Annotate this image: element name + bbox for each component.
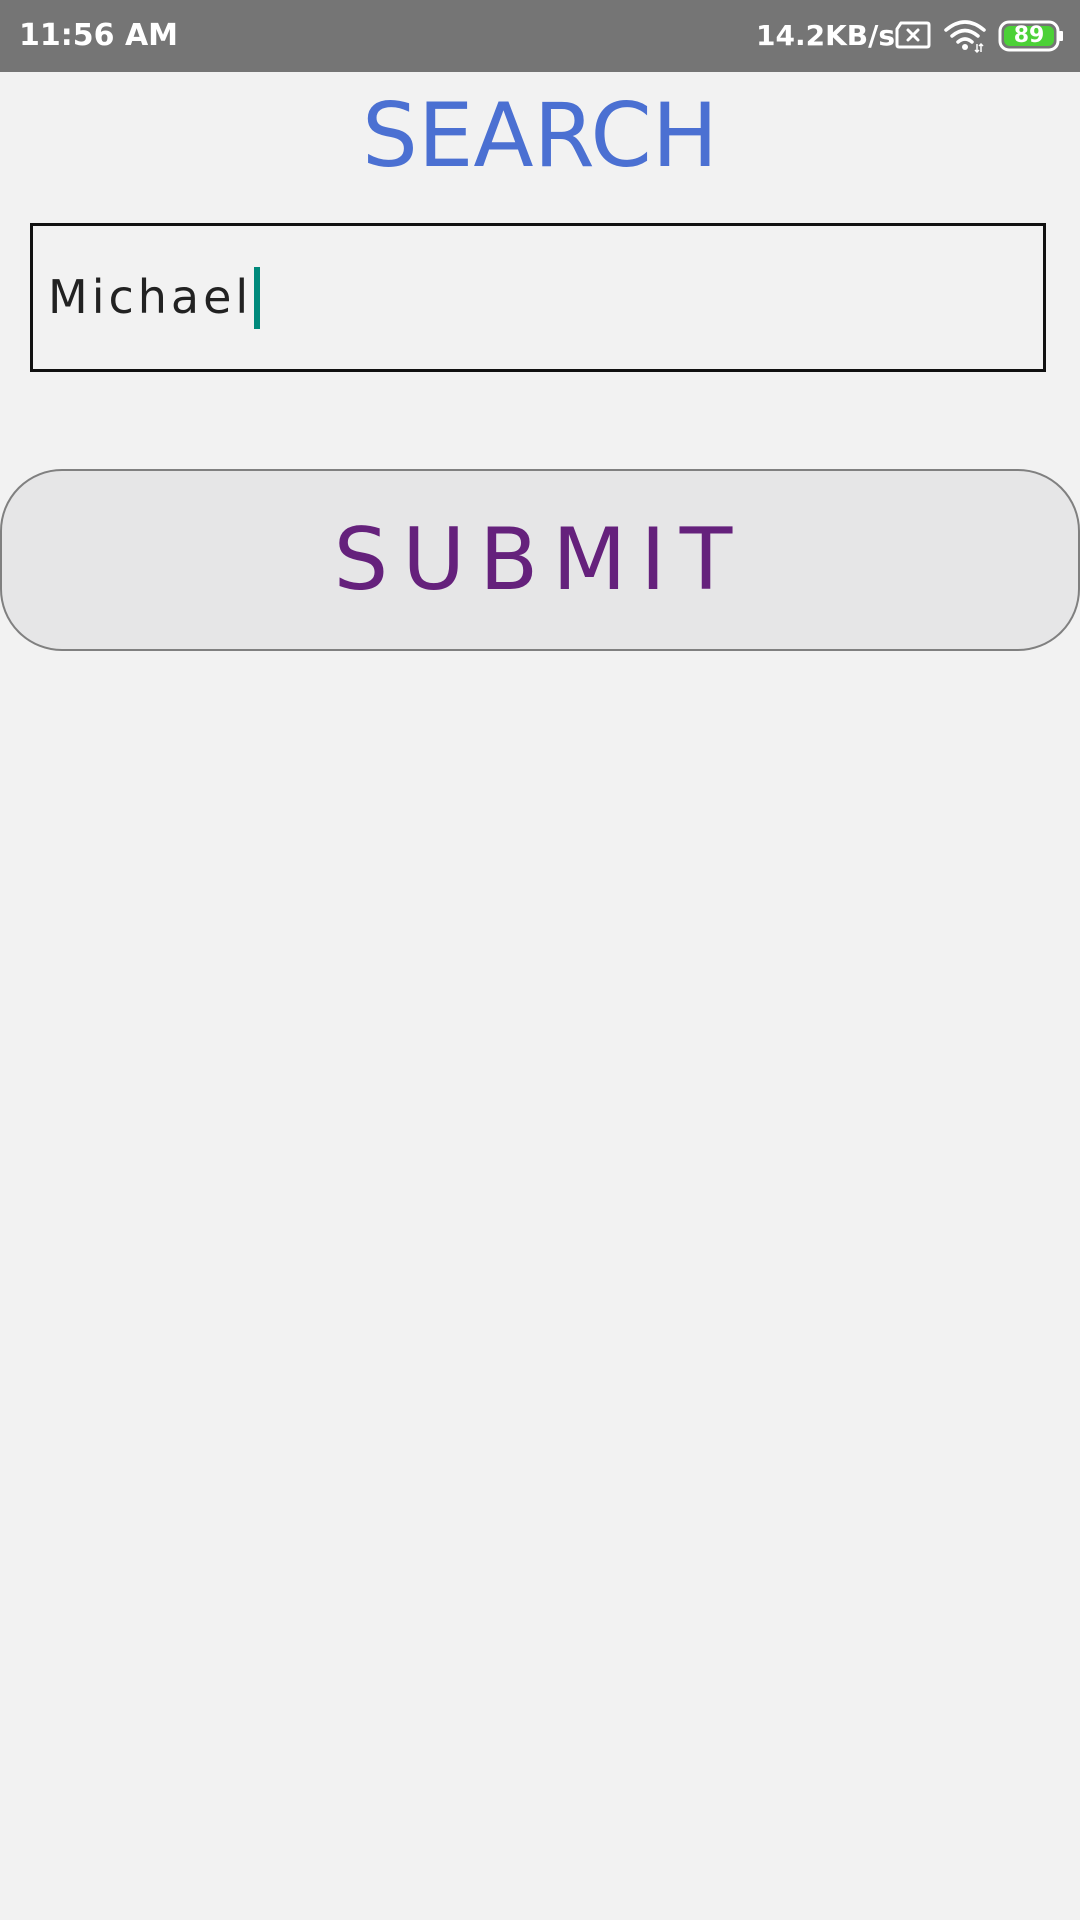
text-cursor [254,266,261,329]
search-input-text[interactable]: Michael [48,226,261,369]
search-input-value: Michael [48,270,253,324]
status-bar: 11:56 AM 14.2KB/s 89 [0,0,1080,72]
sim-error-icon [895,21,931,49]
status-time: 11:56 AM [19,18,179,53]
search-input[interactable]: Michael [30,223,1046,372]
wifi-icon [944,20,986,54]
battery-level: 89 [1013,23,1045,48]
network-speed: 14.2KB/s [756,19,896,52]
submit-button[interactable]: SUBMIT [0,469,1080,651]
page-title: SEARCH [361,84,719,187]
